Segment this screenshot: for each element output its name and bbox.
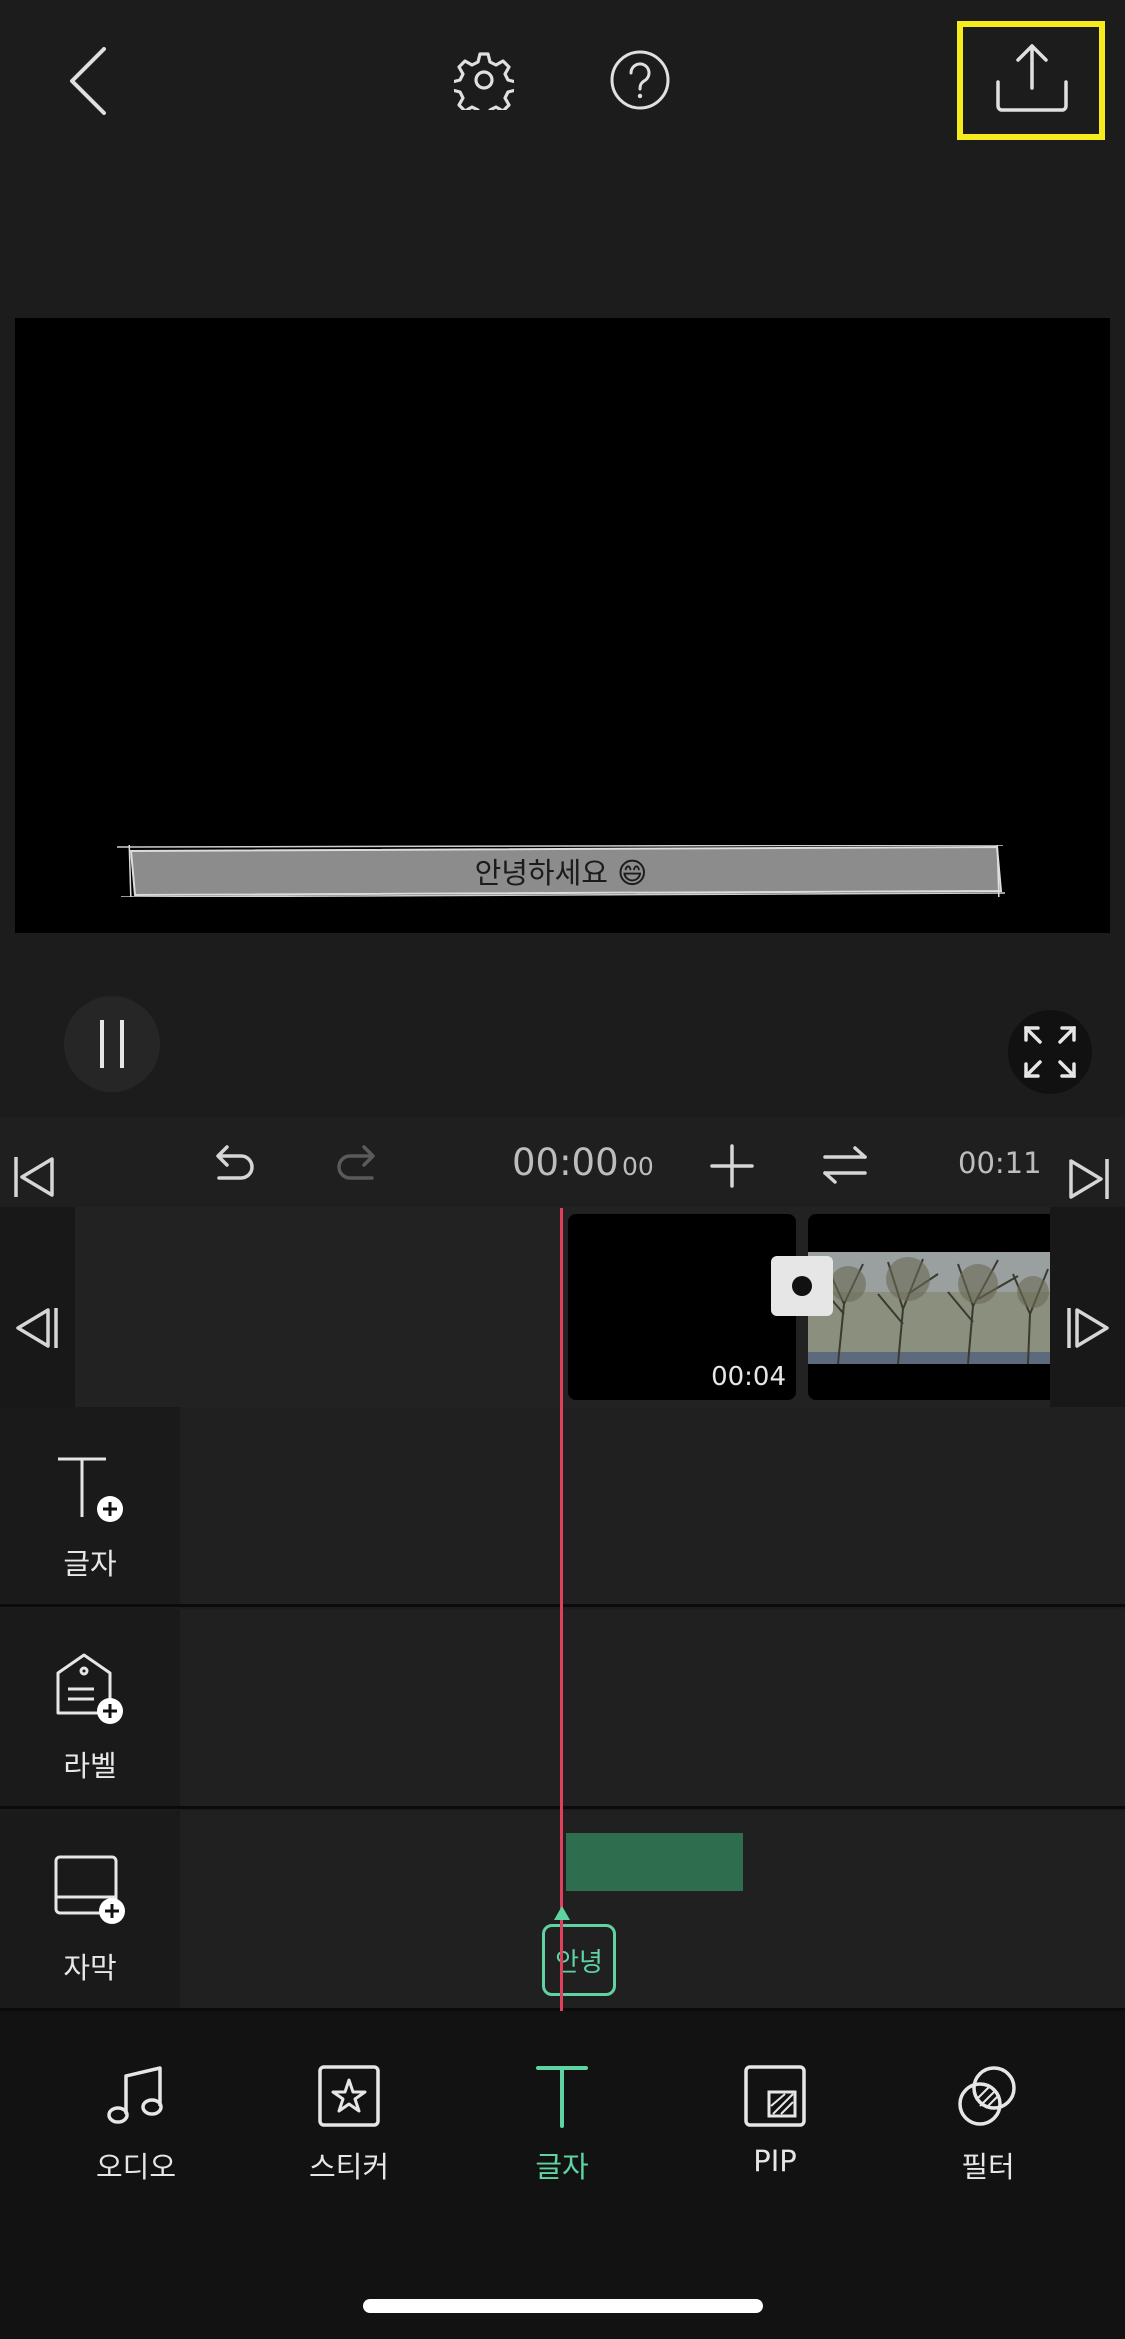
skip-end-icon	[1069, 1159, 1109, 1199]
nav-text[interactable]: 글자	[482, 2064, 642, 2194]
pip-icon	[744, 2065, 806, 2127]
pause-icon	[100, 1020, 124, 1068]
caption-tag[interactable]: 안녕	[542, 1924, 616, 1996]
caption-clip[interactable]	[566, 1833, 743, 1891]
text-add-icon	[58, 1457, 123, 1522]
prev-frame-icon	[16, 1308, 58, 1348]
current-time: 00:00	[512, 1141, 619, 1184]
fullscreen-button[interactable]	[1008, 1010, 1092, 1094]
next-frame-icon	[1067, 1308, 1109, 1348]
transition-button[interactable]	[771, 1256, 833, 1316]
layer-add-label-button[interactable]: 라벨	[0, 1609, 180, 1806]
subtitle-text: 안녕하세요 😄	[474, 856, 648, 890]
video-clip-trees[interactable]	[808, 1214, 1050, 1400]
question-circle-icon	[610, 50, 670, 110]
prev-frame-button[interactable]	[10, 1302, 62, 1354]
nav-pip[interactable]: PIP	[695, 2064, 855, 2194]
nav-label: 글자	[535, 2150, 589, 2184]
nav-audio[interactable]: 오디오	[56, 2064, 216, 2194]
back-button[interactable]	[58, 40, 118, 122]
music-note-icon	[107, 2066, 163, 2124]
layer-label: 글자	[63, 1547, 117, 1581]
filter-circles-icon	[958, 2066, 1016, 2126]
expand-icon	[1024, 1026, 1076, 1078]
help-button[interactable]	[608, 48, 672, 112]
chevron-left-icon	[70, 47, 106, 115]
settings-button[interactable]	[452, 48, 516, 112]
jump-to-end-button[interactable]	[1063, 1153, 1115, 1205]
undo-button[interactable]	[205, 1140, 261, 1190]
next-frame-button[interactable]	[1063, 1302, 1115, 1354]
clip-thumbnail-trees	[808, 1252, 1050, 1365]
sticker-star-icon	[318, 2065, 380, 2127]
gear-icon	[454, 52, 514, 110]
layer-label: 라벨	[63, 1749, 117, 1783]
layer-add-text-button[interactable]: 글자	[0, 1407, 180, 1604]
current-frames: 00	[622, 1152, 654, 1181]
nav-label: 스티커	[308, 2150, 390, 2184]
nav-filter[interactable]: 필터	[908, 2064, 1068, 2194]
dot-icon	[792, 1276, 812, 1296]
subtitle-box[interactable]: 안녕하세요 😄	[117, 845, 1005, 897]
nav-label: 필터	[961, 2150, 1015, 2184]
jump-to-start-button[interactable]	[10, 1153, 58, 1201]
add-clip-button[interactable]	[708, 1142, 756, 1190]
text-t-icon	[536, 2066, 588, 2128]
caption-add-icon	[54, 1855, 125, 1924]
redo-button[interactable]	[330, 1140, 386, 1190]
playhead-marker-icon	[554, 1906, 570, 1920]
export-highlight-box	[957, 21, 1105, 140]
video-preview[interactable]: 안녕하세요 😄	[15, 318, 1110, 933]
video-clip-black[interactable]: 00:04	[568, 1214, 796, 1400]
layer-label: 자막	[63, 1951, 117, 1985]
redo-icon	[337, 1145, 375, 1180]
nav-label: PIP	[753, 2144, 797, 2178]
home-indicator	[363, 2299, 763, 2313]
clip-duration: 00:04	[711, 1362, 786, 1392]
layer-add-caption-button[interactable]: 자막	[0, 1811, 180, 2008]
swap-button[interactable]	[820, 1142, 870, 1188]
nav-label: 오디오	[95, 2150, 177, 2184]
playhead[interactable]	[560, 1208, 563, 2011]
plus-icon	[710, 1144, 754, 1188]
swap-arrows-icon	[823, 1146, 867, 1184]
pause-button[interactable]	[64, 996, 160, 1092]
skip-start-icon	[14, 1157, 54, 1197]
nav-sticker[interactable]: 스티커	[269, 2064, 429, 2194]
label-add-icon	[56, 1653, 123, 1724]
undo-icon	[216, 1145, 254, 1180]
total-time: 00:11	[958, 1146, 1042, 1180]
